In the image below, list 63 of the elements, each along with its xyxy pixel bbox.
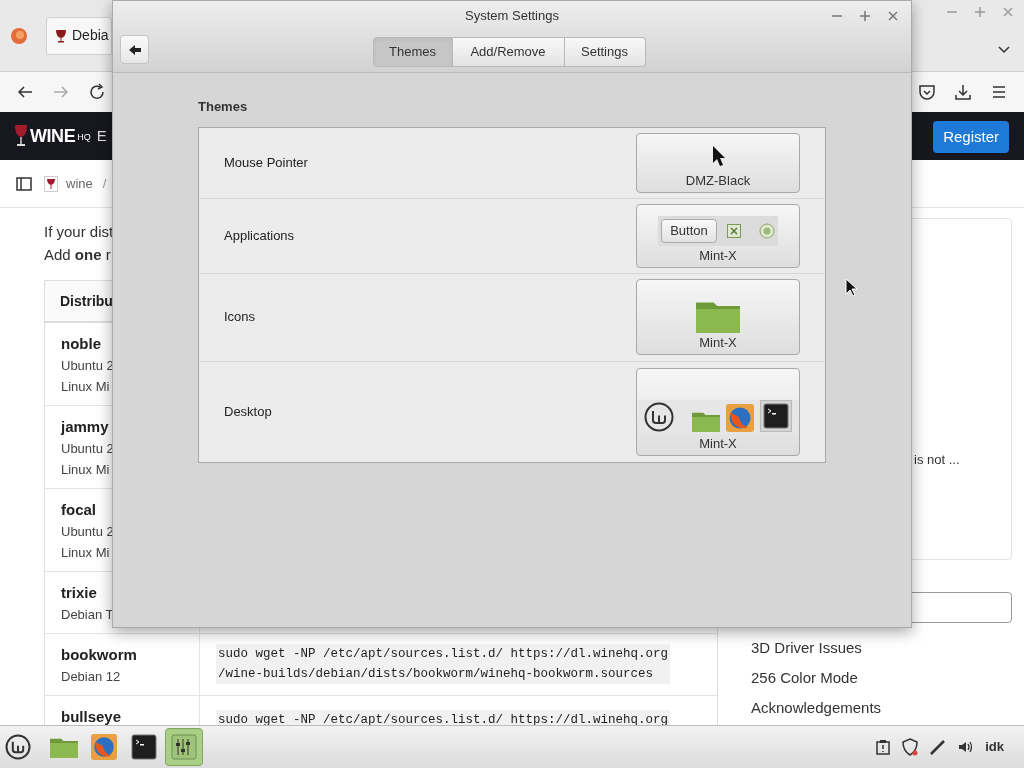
row-label: Mouse Pointer — [224, 153, 308, 172]
nav-link[interactable]: E — [96, 124, 107, 148]
tab[interactable]: Themes — [372, 36, 453, 67]
pocket-icon[interactable] — [918, 83, 936, 101]
tray-label: idk — [985, 738, 1004, 757]
radio-icon — [758, 222, 775, 239]
tab[interactable]: Add/Remove — [452, 36, 565, 67]
pointer-icon — [845, 278, 858, 297]
wine-glass-icon — [44, 175, 58, 192]
maximize-icon[interactable] — [857, 8, 873, 24]
sidebar-link[interactable]: 256 Color Mode — [751, 663, 1024, 693]
table-cell-text: Linux Mi — [61, 378, 111, 396]
download-icon[interactable] — [954, 83, 972, 101]
breadcrumb-separator: / — [102, 174, 107, 193]
register-button[interactable]: Register — [933, 121, 1009, 153]
winehq-logo[interactable]: WINE HQ — [14, 122, 91, 150]
pointer-icon — [712, 144, 726, 167]
sample-button: Button — [661, 218, 717, 243]
sidebar-icon[interactable] — [16, 175, 32, 192]
wine-glass-icon — [55, 28, 67, 43]
back-button[interactable] — [120, 35, 149, 64]
theme-button[interactable]: Mint-X — [636, 367, 800, 456]
reload-icon[interactable] — [88, 83, 106, 101]
sliders-icon — [171, 734, 197, 760]
row-label: Desktop — [224, 402, 272, 421]
paragraph-text: If your dist — [44, 222, 114, 242]
paragraph-text: Add one r — [44, 245, 111, 265]
theme-button[interactable]: Mint-X — [636, 279, 800, 355]
distribution-name: noble — [61, 334, 102, 354]
card-text: is not ... — [914, 452, 960, 467]
distribution-name: focal — [61, 500, 97, 520]
row-label: Icons — [224, 308, 256, 327]
distribution-name: bullseye — [61, 707, 123, 725]
sidebar-link[interactable]: Acknowledgements — [751, 693, 1024, 723]
breadcrumb-link[interactable]: wine — [66, 173, 93, 194]
distribution-name: trixie — [61, 583, 98, 603]
browser-tab[interactable]: Debia — [46, 16, 112, 55]
theme-button[interactable]: Button Mint-X — [636, 203, 800, 268]
tab[interactable]: Settings — [564, 36, 646, 67]
distribution-name: bookworm — [61, 645, 138, 665]
table-cell-text: Debian 12 — [61, 668, 122, 686]
terminal-icon — [131, 734, 157, 760]
column-header: Distribu — [60, 291, 113, 311]
clipboard-icon[interactable] — [875, 739, 892, 755]
wine-glass-icon — [14, 124, 28, 148]
theme-button[interactable]: DMZ-Black — [636, 132, 800, 193]
code-block: sudo wget -NP /etc/apt/sources.list.d/ https://dl.winehq.org — [216, 710, 671, 725]
back-arrow-icon — [127, 43, 142, 56]
table-cell-text: Linux Mi — [61, 544, 111, 562]
pen-icon[interactable] — [929, 738, 948, 756]
menu-icon[interactable] — [990, 83, 1008, 101]
section-heading: Themes — [198, 98, 249, 116]
menu-button[interactable] — [5, 734, 31, 760]
code-block: sudo wget -NP /etc/apt/sources.list.d/ https://dl.winehq.org /wine-builds/debian/dists/bookworm/winehq-bookworm.sources — [216, 644, 671, 684]
row-label: Applications — [224, 226, 295, 245]
folder-icon — [50, 736, 78, 758]
distribution-name: jammy — [61, 417, 110, 437]
window-title: System Settings — [465, 7, 559, 26]
shield-icon[interactable] — [901, 738, 920, 756]
table-cell-text: Linux Mi — [61, 461, 111, 479]
terminal-icon — [763, 402, 789, 429]
sidebar-link[interactable]: 3D Driver Issues — [751, 633, 1024, 663]
checkbox-icon — [726, 223, 741, 238]
